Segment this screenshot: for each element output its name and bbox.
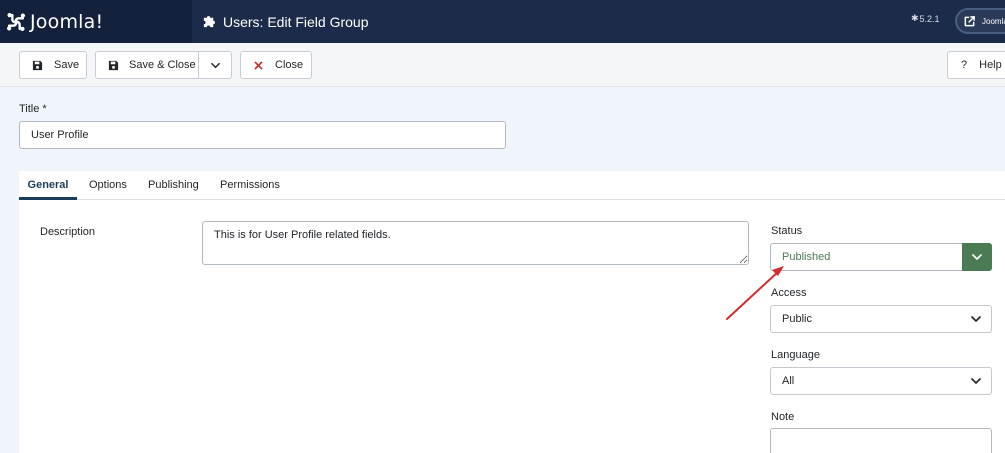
save-label: Save (54, 59, 80, 71)
description-textarea[interactable]: This is for User Profile related fields. (202, 221, 749, 265)
tab-publishing[interactable]: Publishing (148, 171, 199, 200)
joomla-logo[interactable]: Joomla! (0, 0, 192, 43)
general-panel: Description This is for User Profile rel… (19, 200, 1005, 453)
access-select[interactable]: Public (770, 305, 992, 333)
version-badge: ✱ 5.2.1 (911, 13, 940, 24)
access-label: Access (771, 287, 807, 299)
description-label: Description (40, 226, 96, 238)
save-close-button[interactable]: Save & Close (95, 51, 199, 79)
chevron-down-icon (962, 243, 992, 271)
save-button[interactable]: Save (19, 51, 87, 79)
title-label: Title * (19, 103, 47, 115)
view-site-link[interactable]: Joomla (955, 8, 1005, 34)
close-icon (254, 61, 263, 69)
help-label: Help (979, 59, 1002, 71)
toolbar: Save Save & Close Close ? Help (0, 43, 1005, 87)
tab-bar: General Options Publishing Permissions (19, 171, 1005, 200)
status-select[interactable]: Published (770, 243, 992, 271)
tab-permissions[interactable]: Permissions (220, 171, 280, 200)
close-button[interactable]: Close (240, 51, 312, 79)
language-value: All (782, 375, 795, 387)
logo-text: Joomla! (30, 10, 104, 33)
tab-options[interactable]: Options (89, 171, 127, 200)
joomla-mini-icon: ✱ (911, 13, 919, 23)
page-heading: Users: Edit Field Group (202, 0, 369, 43)
question-mark-icon: ? (961, 59, 968, 71)
note-label: Note (771, 411, 795, 423)
chevron-down-icon (961, 306, 991, 332)
note-input[interactable] (770, 428, 992, 453)
app-header: Joomla! Users: Edit Field Group ✱ 5.2.1 … (0, 0, 1005, 43)
close-label: Close (275, 59, 304, 71)
language-label: Language (771, 349, 820, 361)
joomla-logo-icon (7, 12, 25, 31)
chevron-down-icon (210, 62, 220, 68)
puzzle-icon (203, 16, 215, 28)
save-options-dropdown-button[interactable] (198, 51, 232, 79)
chevron-down-icon (961, 368, 991, 394)
floppy-disk-icon (32, 60, 43, 70)
help-button[interactable]: ? Help (947, 51, 1005, 79)
version-text: 5.2.1 (919, 13, 940, 24)
title-input[interactable] (19, 121, 506, 149)
tab-general[interactable]: General (19, 171, 77, 200)
status-value: Published (782, 251, 831, 263)
access-value: Public (782, 313, 812, 325)
page-title: Users: Edit Field Group (223, 13, 369, 30)
external-link-icon (964, 15, 975, 26)
site-link-label: Joomla (982, 16, 1005, 26)
save-close-label: Save & Close (129, 59, 196, 71)
language-select[interactable]: All (770, 367, 992, 395)
floppy-disk-icon (108, 60, 119, 70)
status-label: Status (771, 225, 803, 237)
